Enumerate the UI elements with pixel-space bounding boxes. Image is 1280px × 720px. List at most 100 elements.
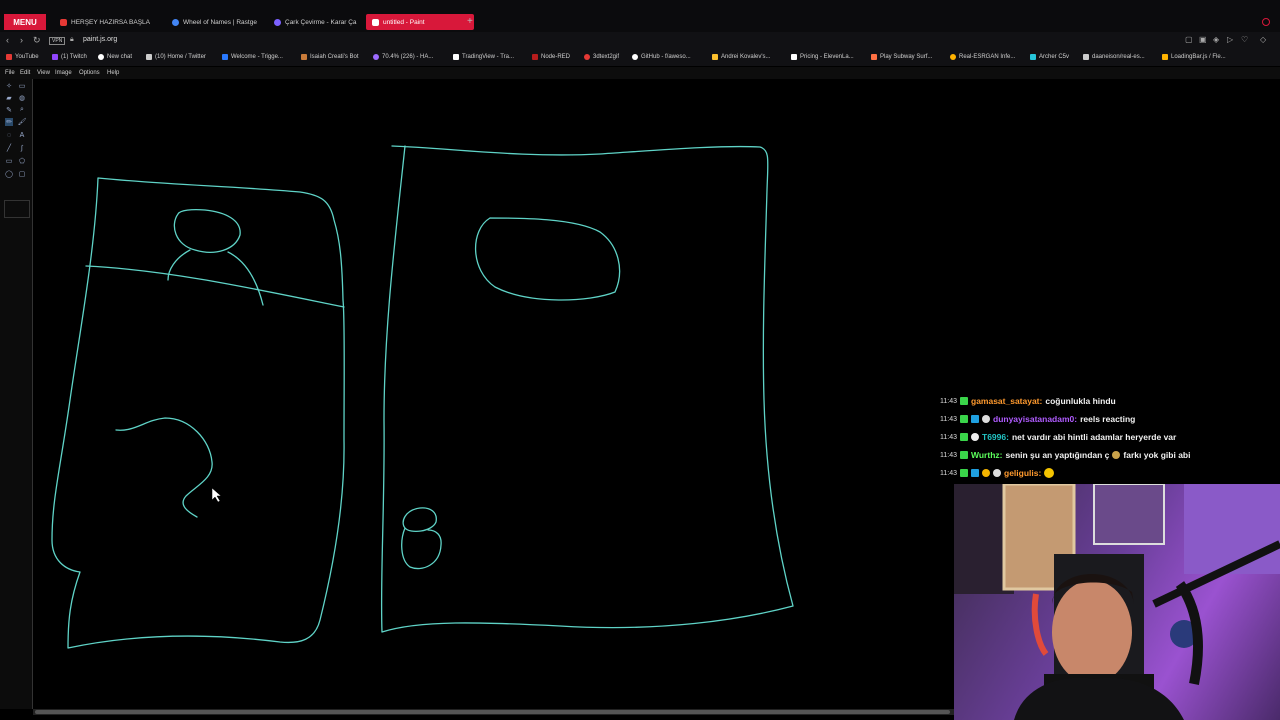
back-arrow-icon[interactable]: ‹ [6, 35, 9, 45]
curve-icon[interactable]: ∫ [18, 144, 26, 152]
paint-menu-bar [0, 67, 1280, 79]
lock-icon[interactable]: 🔒︎ [70, 36, 74, 44]
ellipse-icon[interactable]: ◯ [5, 170, 13, 178]
forward-arrow-icon[interactable]: › [20, 35, 23, 45]
tab-label: Wheel of Names | Rastge [183, 18, 257, 26]
chat-user: geligulis: [1004, 468, 1042, 478]
trigger-icon [222, 54, 228, 60]
brush-icon[interactable]: 🖌︎ [18, 118, 27, 126]
badge-icon [982, 415, 990, 423]
bookmark-loadingbar[interactable]: LoadingBar.js / Fle... [1162, 54, 1226, 60]
bookmark-tradingview[interactable]: TradingView - Tra... [453, 54, 514, 60]
bookmark-isaiah[interactable]: Isaiah Creati's Bot [301, 54, 359, 60]
url-field[interactable]: paint.js.org [83, 36, 117, 43]
player-icon[interactable]: ▷ [1227, 35, 1233, 44]
browser-menu-button[interactable]: MENU [4, 14, 46, 30]
bookmark-twitter[interactable]: (10) Home / Twitter [146, 54, 206, 60]
bookmark-label: TradingView - Tra... [462, 54, 515, 60]
x-icon [146, 54, 152, 60]
snapshot-icon[interactable]: ▣ [1199, 35, 1207, 44]
bookmark-new-chat[interactable]: New chat [98, 54, 132, 60]
wheel-icon [274, 18, 281, 26]
chatgpt-icon [98, 54, 104, 60]
menu-options[interactable]: Options [79, 70, 100, 76]
heart-icon[interactable]: ♡ [1241, 35, 1248, 44]
pencil-icon[interactable]: ✏ [5, 118, 13, 126]
bookmark-andrei[interactable]: Andrei Kovalev's... [712, 54, 771, 60]
bookmark-youtube[interactable]: YouTube [6, 54, 39, 60]
chat-user: gamasat_satayat: [971, 396, 1043, 406]
tab-cark-cevirme[interactable]: Çark Çevirme - Karar Ça [268, 14, 374, 30]
rectangle-icon[interactable]: ▭ [5, 157, 13, 165]
youtube-icon [60, 18, 67, 26]
scrollbar-thumb[interactable] [35, 710, 950, 714]
rect-select-icon[interactable]: ▭ [18, 82, 26, 90]
bookmark-label: Isaiah Creati's Bot [310, 54, 359, 60]
chat-message: 11:43 gamasat_satayat: coğunlukla hindu [940, 392, 1280, 410]
bookmark-label: YouTube [15, 54, 39, 60]
right-frame-stroke [380, 145, 794, 633]
tab-label: Çark Çevirme - Karar Ça [285, 18, 357, 26]
polygon-icon[interactable]: ⬠ [18, 157, 26, 165]
chat-message: 11:43 dunyayisatanadam0: reels reacting [940, 410, 1280, 428]
bookmark-label: New chat [107, 54, 133, 60]
bookmark-real-esrgan[interactable]: Real-ESRGAN Infe... [950, 54, 1015, 60]
bookmark-twitch[interactable]: (1) Twitch [52, 54, 87, 60]
bookmark-label: Node-RED [541, 54, 571, 60]
bookmark-node-red[interactable]: Node-RED [532, 54, 570, 60]
free-select-icon[interactable]: ✧ [5, 82, 13, 90]
menu-image[interactable]: Image [55, 70, 72, 76]
vpn-badge[interactable]: VPN [49, 37, 66, 45]
bookmark-github[interactable]: GitHub - f/aweso... [632, 54, 691, 60]
reload-icon[interactable]: ↻ [33, 35, 41, 46]
text-icon[interactable]: A [18, 131, 26, 139]
tool-options-box[interactable] [4, 200, 30, 218]
camera-icon[interactable]: ▢ [1185, 35, 1193, 44]
menu-view[interactable]: View [37, 70, 50, 76]
bookmark-trigger[interactable]: Welcome - Trigge... [222, 54, 283, 60]
chat-text: net vardır abi hintli adamlar heryerde v… [1011, 432, 1177, 442]
fill-icon[interactable]: ◍ [18, 94, 26, 102]
menu-help[interactable]: Help [107, 70, 119, 76]
tab-untitled-paint[interactable]: untitled - Paint [366, 14, 474, 30]
left-question-stroke [115, 417, 213, 518]
esrgan-icon [950, 54, 956, 60]
magnifier-icon[interactable]: ⌕ [18, 106, 26, 114]
chat-time: 11:43 [940, 397, 957, 405]
shield-icon[interactable]: ◈ [1213, 35, 1219, 44]
color-picker-icon[interactable]: ✎ [5, 106, 13, 114]
chat-message: 11:43 T6996: net vardır abi hintli adaml… [940, 428, 1280, 446]
tradingview-icon [453, 54, 459, 60]
chat-time: 11:43 [940, 469, 957, 477]
bookmark-3dtext2gif[interactable]: 3dtext2gif [584, 54, 619, 60]
menu-file[interactable]: File [5, 70, 15, 76]
airbrush-icon[interactable]: ◌ [5, 131, 13, 139]
rounded-rect-icon[interactable]: ▢ [18, 170, 26, 178]
bookmark-archer[interactable]: Archer C5v [1030, 54, 1069, 60]
bookmark-elevenlabs[interactable]: Pricing - ElevenLa... [791, 54, 854, 60]
search-icon[interactable] [1262, 18, 1270, 26]
bookmark-daaneison[interactable]: daaneison/real-es... [1083, 54, 1145, 60]
bookmark-ha[interactable]: 70.4% (226) - HA... [373, 54, 433, 60]
drawing-layer[interactable] [33, 79, 954, 707]
browser-menu-label: MENU [13, 17, 37, 27]
line-icon[interactable]: ╱ [5, 144, 13, 152]
tab-wheel-of-names[interactable]: Wheel of Names | Rastge [166, 14, 276, 30]
extensions-icon[interactable]: ◇ [1260, 35, 1266, 44]
bookmark-subway-surf[interactable]: Play Subway Surf... [871, 54, 932, 60]
eraser-icon[interactable]: ▰ [5, 94, 13, 102]
youtube-icon [6, 54, 12, 60]
bookmark-label: Andrei Kovalev's... [721, 54, 771, 60]
bookmark-label: 3dtext2gif [593, 54, 620, 60]
chat-text: coğunlukla hindu [1045, 396, 1116, 406]
new-tab-plus-icon[interactable]: + [467, 16, 473, 27]
paint-canvas[interactable] [33, 79, 954, 707]
mouse-cursor-icon [211, 487, 222, 503]
tab-hersey-hazirsa[interactable]: HERŞEY HAZIRSA BAŞLA [54, 14, 174, 30]
menu-edit[interactable]: Edit [20, 70, 30, 76]
paint-icon [372, 18, 379, 26]
badge-icon [971, 469, 979, 477]
badge-icon [982, 469, 990, 477]
router-icon [1030, 54, 1036, 60]
github-icon [632, 54, 638, 60]
